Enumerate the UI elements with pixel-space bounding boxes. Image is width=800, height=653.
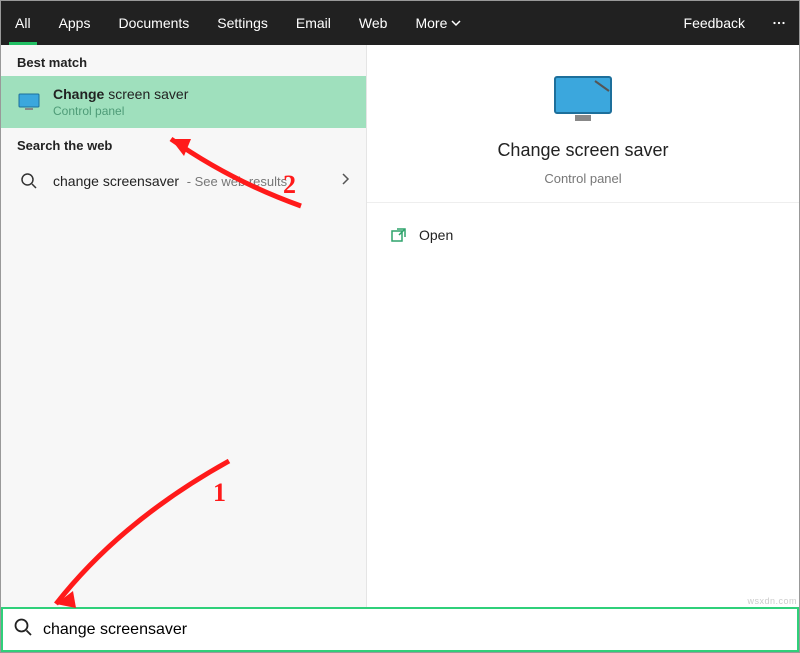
best-match-result[interactable]: Change screen saver Control panel [1, 76, 366, 128]
result-title-rest: screen saver [104, 86, 188, 102]
preview-hero: Change screen saver Control panel [367, 45, 799, 203]
preview-title: Change screen saver [497, 140, 668, 161]
ellipsis-icon [773, 21, 785, 25]
web-result-query: change screensaver [53, 173, 179, 189]
results-list: Best match Change screen saver Control p… [1, 45, 366, 609]
preview-pane: Change screen saver Control panel Open [366, 45, 799, 609]
preview-subtitle: Control panel [544, 171, 621, 186]
search-web-header: Search the web [1, 128, 366, 159]
tab-web[interactable]: Web [345, 1, 402, 45]
best-match-header: Best match [1, 45, 366, 76]
result-title: Change screen saver [53, 86, 188, 102]
search-bar[interactable] [1, 607, 799, 652]
web-result[interactable]: change screensaver - See web results [1, 159, 366, 203]
search-tabs: All Apps Documents Settings Email Web Mo… [1, 1, 799, 45]
web-result-suffix: - See web results [183, 174, 287, 189]
more-options-button[interactable] [759, 1, 799, 45]
web-result-title: change screensaver - See web results [53, 173, 287, 189]
search-icon [17, 169, 41, 193]
screen-saver-icon [17, 90, 41, 114]
tab-web-label: Web [359, 15, 388, 31]
tab-documents-label: Documents [118, 15, 189, 31]
feedback-label: Feedback [684, 15, 745, 31]
tab-settings-label: Settings [217, 15, 268, 31]
screen-saver-large-icon [551, 73, 615, 130]
result-subtitle: Control panel [53, 104, 188, 118]
chevron-down-icon [451, 18, 461, 28]
tab-settings[interactable]: Settings [203, 1, 282, 45]
tab-more[interactable]: More [401, 1, 475, 45]
tab-all[interactable]: All [1, 1, 45, 45]
search-input[interactable] [43, 621, 787, 639]
open-label: Open [419, 227, 453, 243]
result-title-strong: Change [53, 86, 104, 102]
result-text: Change screen saver Control panel [53, 86, 188, 118]
tab-more-label: More [415, 15, 447, 31]
preview-actions: Open [367, 203, 799, 267]
watermark: wsxdn.com [747, 596, 797, 606]
open-icon [391, 227, 407, 243]
windows-search-panel: All Apps Documents Settings Email Web Mo… [0, 0, 800, 653]
search-bar-icon [13, 617, 33, 642]
results-body: Best match Change screen saver Control p… [1, 45, 799, 609]
tab-apps[interactable]: Apps [45, 1, 105, 45]
tab-email-label: Email [296, 15, 331, 31]
tab-email[interactable]: Email [282, 1, 345, 45]
chevron-right-icon [340, 172, 350, 191]
tab-documents[interactable]: Documents [104, 1, 203, 45]
open-action[interactable]: Open [391, 219, 775, 251]
feedback-link[interactable]: Feedback [670, 1, 759, 45]
tab-apps-label: Apps [59, 15, 91, 31]
tab-all-label: All [15, 15, 31, 31]
